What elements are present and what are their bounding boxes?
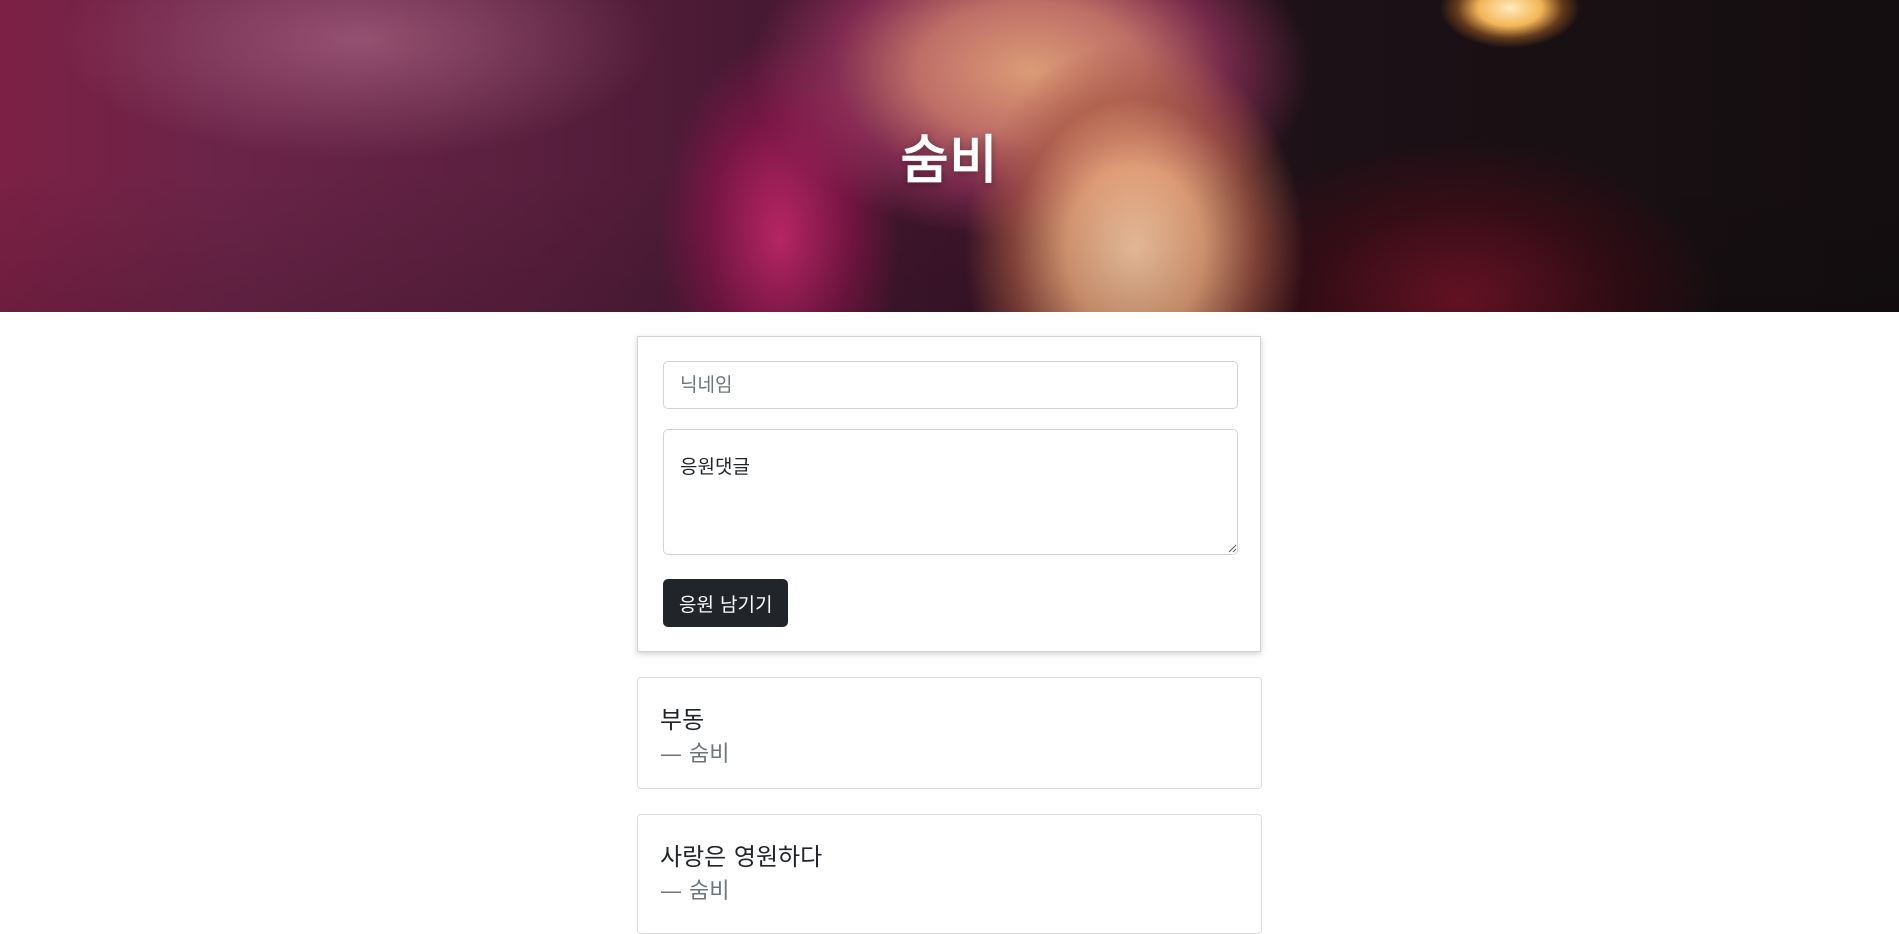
hero-banner: 숨비 <box>0 0 1899 312</box>
comment-form-card: 응원 남기기 <box>637 336 1261 652</box>
comment-author: — 숨비 <box>660 879 730 904</box>
resize-handle-icon[interactable] <box>1227 543 1237 553</box>
comment-card: 사랑은 영원하다 — 숨비 <box>637 814 1262 934</box>
comment-textarea[interactable] <box>663 429 1238 555</box>
comment-text: 사랑은 영원하다 <box>660 843 823 871</box>
comment-text: 부동 <box>660 706 705 734</box>
submit-cheer-button[interactable]: 응원 남기기 <box>663 579 789 627</box>
comment-card: 부동 — 숨비 <box>637 677 1262 789</box>
nickname-input[interactable] <box>663 361 1238 409</box>
page-title: 숨비 <box>900 130 999 191</box>
comment-author: — 숨비 <box>660 742 730 767</box>
